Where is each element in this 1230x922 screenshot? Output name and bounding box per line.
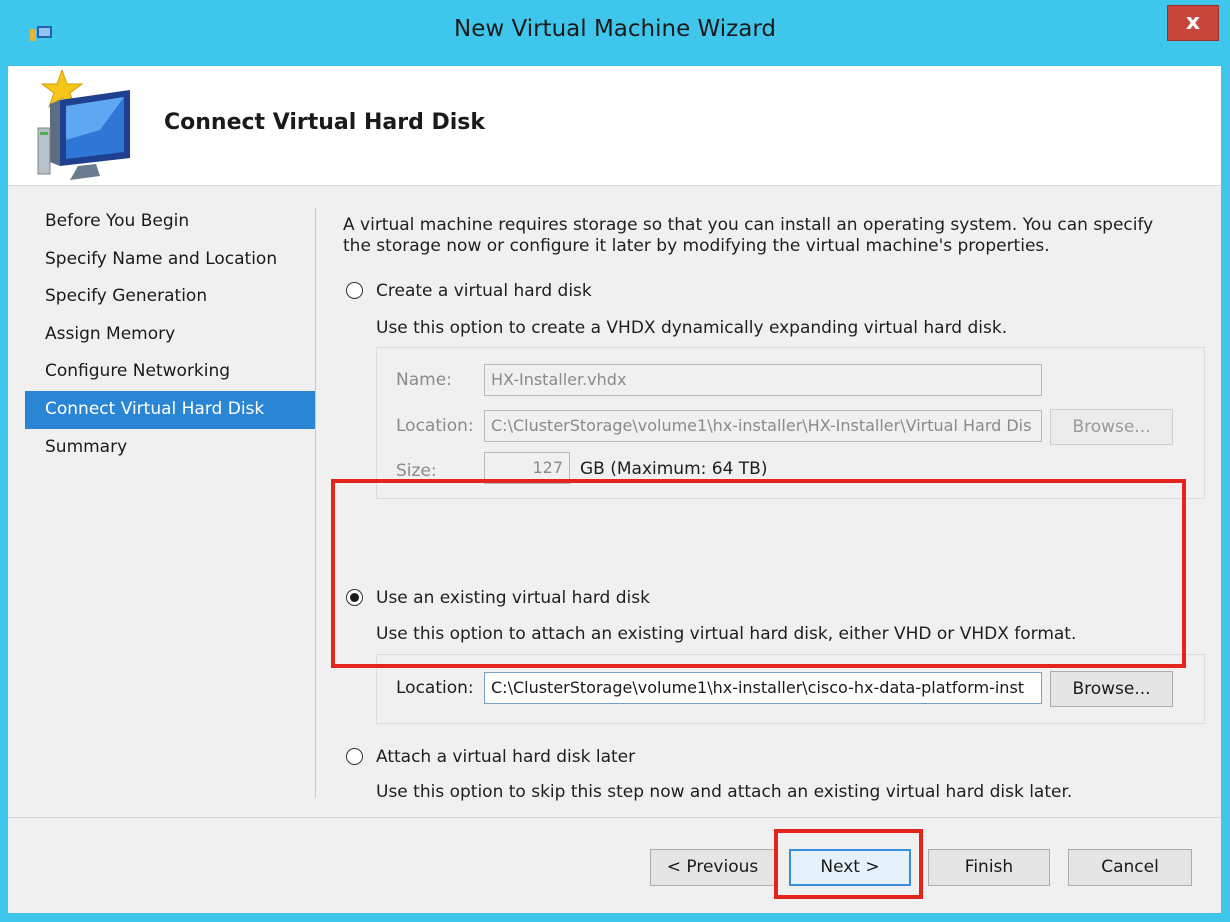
nav-item-before-you-begin[interactable]: Before You Begin <box>25 203 315 241</box>
page-title: Connect Virtual Hard Disk <box>164 110 486 135</box>
name-label: Name: <box>396 370 452 390</box>
attach-later-label: Attach a virtual hard disk later <box>376 747 636 767</box>
nav-divider <box>315 208 316 798</box>
create-disk-label: Create a virtual hard disk <box>376 281 592 301</box>
existing-disk-highlight-box <box>331 479 1186 668</box>
next-button-highlight-box <box>774 829 923 899</box>
size-unit-label: GB (Maximum: 64 TB) <box>580 459 768 479</box>
create-disk-group: Name: HX-Installer.vhdx Location: C:\Clu… <box>376 347 1205 499</box>
create-browse-button[interactable]: Browse... <box>1050 409 1173 445</box>
close-button[interactable]: x <box>1167 5 1219 41</box>
window-title: New Virtual Machine Wizard <box>454 16 776 42</box>
footer-separator <box>8 817 1221 818</box>
existing-location-field[interactable]: C:\ClusterStorage\volume1\hx-installer\c… <box>484 672 1042 704</box>
existing-browse-button[interactable]: Browse... <box>1050 671 1173 707</box>
create-location-field[interactable]: C:\ClusterStorage\volume1\hx-installer\H… <box>484 410 1042 442</box>
nav-item-specify-generation[interactable]: Specify Generation <box>25 278 315 316</box>
wizard-header: Connect Virtual Hard Disk <box>8 66 1221 186</box>
existing-location-label: Location: <box>396 678 474 698</box>
create-location-label: Location: <box>396 416 474 436</box>
size-label: Size: <box>396 461 437 481</box>
intro-text: A virtual machine requires storage so th… <box>343 215 1154 256</box>
wizard-steps-nav: Before You Begin Specify Name and Locati… <box>25 203 315 466</box>
cancel-button[interactable]: Cancel <box>1068 849 1192 886</box>
previous-button[interactable]: < Previous <box>650 849 775 886</box>
nav-item-summary[interactable]: Summary <box>25 429 315 467</box>
nav-item-configure-networking[interactable]: Configure Networking <box>25 353 315 391</box>
create-disk-radio[interactable] <box>346 282 363 299</box>
nav-item-assign-memory[interactable]: Assign Memory <box>25 316 315 354</box>
attach-later-description: Use this option to skip this step now an… <box>376 782 1073 802</box>
finish-button[interactable]: Finish <box>928 849 1050 886</box>
create-disk-description: Use this option to create a VHDX dynamic… <box>376 318 1008 338</box>
wizard-monitor-icon <box>37 70 130 180</box>
nav-item-connect-virtual-hard-disk[interactable]: Connect Virtual Hard Disk <box>25 390 315 429</box>
title-bar: New Virtual Machine Wizard x <box>0 0 1230 66</box>
attach-later-radio[interactable] <box>346 748 363 765</box>
nav-item-specify-name-location[interactable]: Specify Name and Location <box>25 241 315 279</box>
name-field[interactable]: HX-Installer.vhdx <box>484 364 1042 396</box>
wizard-window: Connect Virtual Hard Disk Before You Beg… <box>8 66 1221 913</box>
